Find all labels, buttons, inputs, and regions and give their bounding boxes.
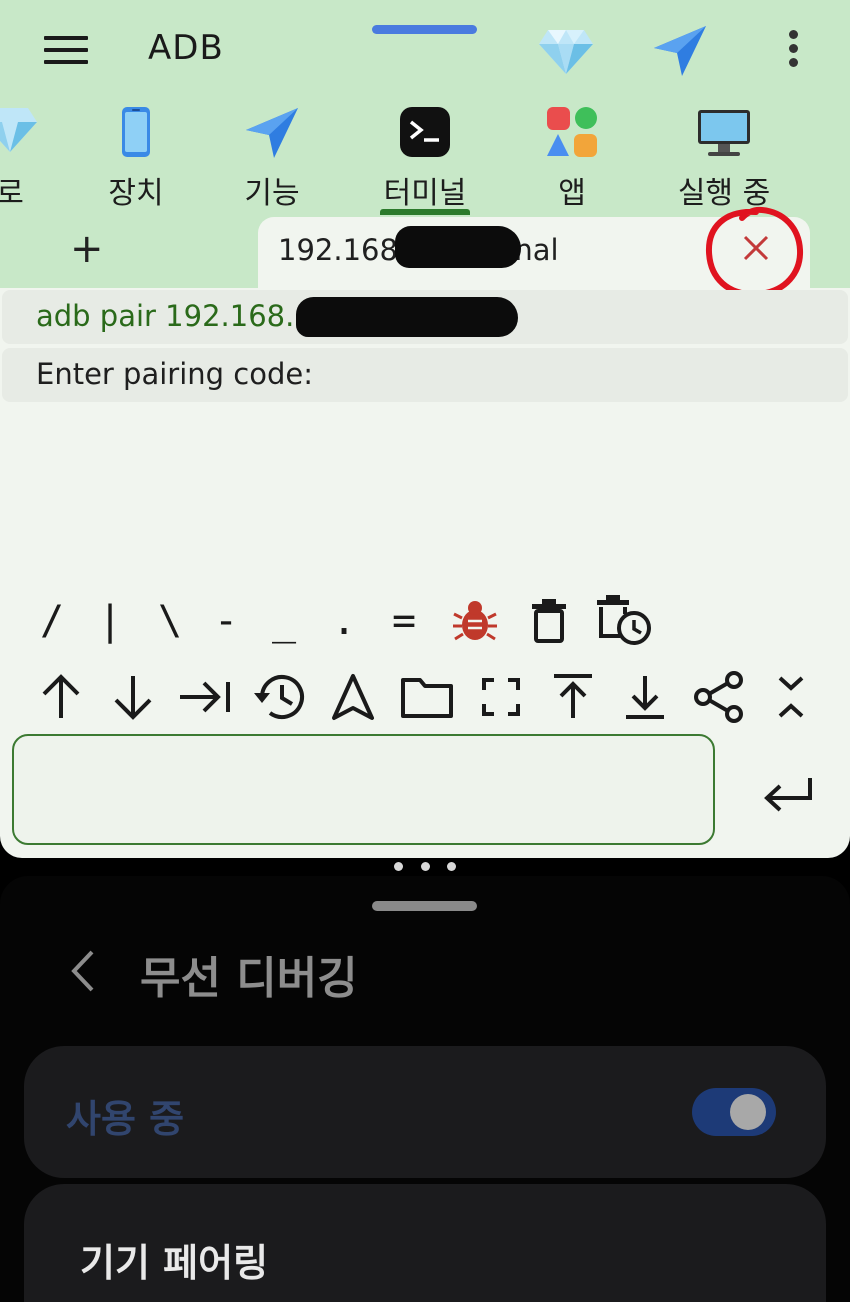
bug-icon[interactable] [450,596,500,646]
adb-app-window: ADB 로 장치 기능 터미널 앱 실행 중 + 192.168. adb pa… [0,0,850,858]
app-title: ADB [148,28,224,68]
terminal-command-text: adb pair 192.168. [36,299,295,333]
terminal-line: Enter pairing code: [2,348,848,402]
pair-device-card[interactable]: 기기 페어링 [24,1184,826,1302]
wireless-debugging-toggle-row[interactable]: 사용 중 [24,1046,826,1178]
collapse-icon[interactable] [768,672,814,722]
navigation-icon[interactable] [328,672,378,722]
nav-item-label: 로 [0,176,24,211]
key-pipe[interactable]: | [88,598,132,644]
menu-icon[interactable] [44,36,88,66]
page-title: 무선 디버깅 [140,953,358,1004]
arrow-down-icon[interactable] [108,672,158,722]
gem-icon[interactable] [538,26,594,76]
fullscreen-icon[interactable] [476,672,526,722]
nav-item-label: 터미널 [383,176,467,211]
pair-device-label: 기기 페어링 [80,1241,269,1285]
monitor-icon [698,110,750,156]
nav-item-devices[interactable]: 장치 [86,100,186,211]
more-icon[interactable] [786,30,800,72]
scroll-top-icon[interactable] [548,672,598,722]
enter-icon[interactable] [760,770,816,820]
terminal-prompt-text: Enter pairing code: [36,357,313,391]
delete-clock-icon[interactable] [594,592,654,648]
scroll-bottom-icon[interactable] [620,672,670,722]
folder-icon[interactable] [400,672,454,722]
terminal-icon [400,107,450,157]
nav-item-label: 장치 [108,176,164,211]
nav-selected-indicator [380,209,470,215]
delete-icon[interactable] [524,596,574,646]
phone-icon [122,107,150,157]
nav-item-apps[interactable]: 앱 [522,100,622,211]
window-drag-handle[interactable] [372,25,477,34]
redaction-mark [395,226,521,268]
key-dash[interactable]: - [204,598,248,644]
send-icon [246,108,298,158]
nav-item-running[interactable]: 실행 중 [662,100,786,211]
back-icon[interactable] [64,946,104,996]
nav-item-label: 기능 [244,176,300,211]
command-input[interactable] [12,734,715,845]
split-screen-handle[interactable] [394,862,456,872]
nav-item-partial[interactable]: 로 [0,100,50,211]
add-tab-button[interactable]: + [70,226,104,272]
settings-app-window: 무선 디버깅 사용 중 기기 페어링 [0,876,850,1302]
key-backslash[interactable]: \ [148,598,192,644]
tab-icon[interactable] [178,672,234,722]
history-icon[interactable] [252,670,308,724]
window-drag-handle[interactable] [372,901,477,911]
arrow-up-icon[interactable] [36,672,86,722]
apps-icon [547,107,597,157]
toggle-label: 사용 중 [66,1097,185,1141]
share-icon[interactable] [692,670,746,724]
gem-icon [0,108,37,152]
redaction-mark [296,297,518,337]
key-slash[interactable]: / [30,598,74,644]
send-icon[interactable] [652,22,708,78]
nav-item-label: 앱 [558,176,586,211]
key-dot[interactable]: . [322,598,366,644]
annotation-circle [705,206,804,298]
nav-item-terminal[interactable]: 터미널 [365,100,485,211]
key-underscore[interactable]: _ [262,598,306,644]
nav-item-features[interactable]: 기능 [222,100,322,211]
key-equals[interactable]: = [382,598,426,644]
switch-knob [730,1094,766,1130]
wireless-debugging-switch[interactable] [692,1088,776,1136]
